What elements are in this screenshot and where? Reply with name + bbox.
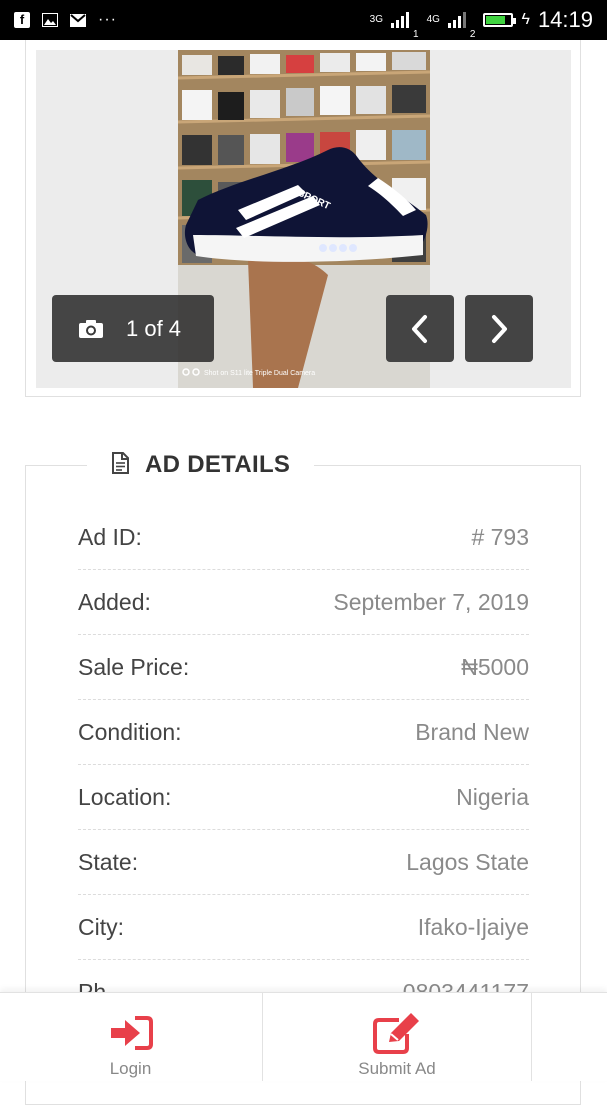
signal-2-icon: [447, 12, 466, 28]
detail-value: ₦5000: [461, 653, 529, 680]
detail-value: # 793: [471, 523, 529, 550]
submit-ad-label: Submit Ad: [358, 1059, 436, 1078]
detail-value: Brand New: [415, 718, 529, 745]
detail-value: Ifako-Ijaiye: [417, 913, 529, 940]
gmail-icon: [70, 12, 86, 28]
more-notifications-icon: ···: [98, 11, 117, 28]
previous-photo-button[interactable]: [386, 295, 454, 362]
gallery-icon: [42, 12, 58, 28]
charging-icon: ϟ: [521, 11, 530, 28]
network-type-1: 3G: [369, 14, 383, 25]
photo-counter: 1 of 4: [52, 295, 214, 362]
network-type-2: 4G: [426, 14, 440, 25]
bottom-navigation: Login Submit Ad: [0, 992, 607, 1081]
detail-label: City:: [78, 913, 124, 940]
status-bar: f ··· 3G 1 4G 2 ϟ 14:19: [0, 0, 607, 40]
clock: 14:19: [537, 7, 593, 32]
detail-value: Lagos State: [406, 848, 529, 875]
facebook-icon: f: [14, 12, 30, 28]
detail-row-location: Location: Nigeria: [78, 765, 529, 830]
document-icon: [111, 451, 129, 479]
camera-icon: [78, 319, 104, 339]
submit-ad-button[interactable]: Submit Ad: [262, 993, 532, 1081]
detail-label: State:: [78, 848, 139, 875]
ad-details-title: AD DETAILS: [145, 451, 291, 478]
sim-1-label: 1: [413, 29, 419, 40]
detail-label: Sale Price:: [78, 653, 190, 680]
chevron-left-icon: [412, 314, 427, 343]
detail-label: Added:: [78, 588, 151, 615]
detail-row-added: Added: September 7, 2019: [78, 570, 529, 635]
ad-details-list: Ad ID: # 793 Added: September 7, 2019 Sa…: [78, 505, 529, 1025]
battery-icon: [483, 13, 517, 27]
detail-row-condition: Condition: Brand New: [78, 700, 529, 765]
sim-2-label: 2: [469, 29, 476, 40]
login-icon: [109, 1013, 153, 1053]
next-photo-button[interactable]: [465, 295, 533, 362]
detail-row-city: City: Ifako-Ijaiye: [78, 895, 529, 960]
detail-label: Ad ID:: [78, 523, 142, 550]
photo-counter-text: 1 of 4: [126, 315, 182, 341]
detail-row-ad-id: Ad ID: # 793: [78, 505, 529, 570]
photo-watermark: Shot on S11 lite Triple Dual Camera: [204, 370, 315, 377]
signal-1-icon: [391, 12, 409, 28]
login-label: Login: [109, 1059, 152, 1078]
login-button[interactable]: Login: [0, 993, 261, 1081]
detail-value: Nigeria: [456, 783, 529, 810]
detail-row-state: State: Lagos State: [78, 830, 529, 895]
detail-label: Condition:: [78, 718, 182, 745]
detail-value: September 7, 2019: [333, 588, 529, 615]
detail-label: Location:: [78, 783, 172, 810]
edit-icon: [373, 1013, 421, 1054]
detail-row-sale-price: Sale Price: ₦5000: [78, 635, 529, 700]
ad-details-heading: AD DETAILS: [87, 445, 315, 485]
chevron-right-icon: [492, 314, 507, 343]
